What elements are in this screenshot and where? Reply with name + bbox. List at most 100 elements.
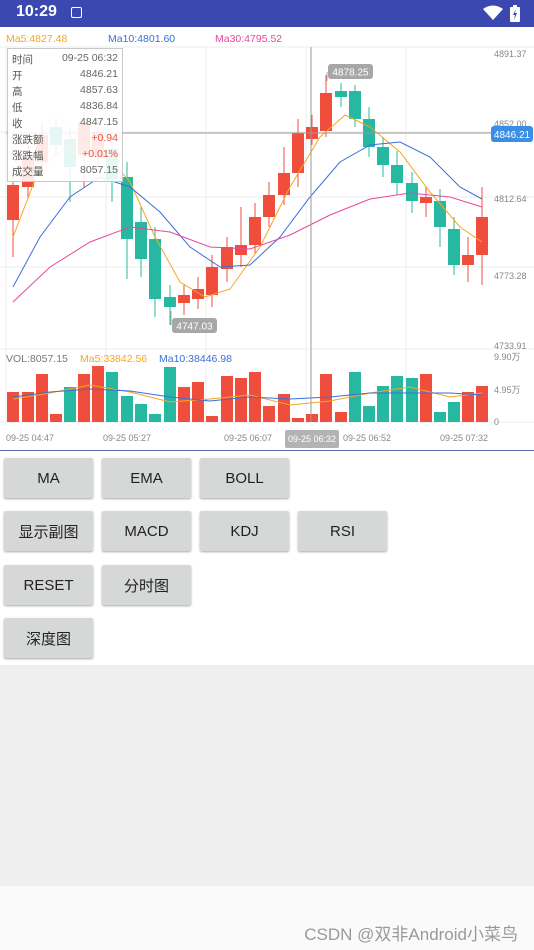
vol-legend-ma10: Ma10:38446.98	[159, 353, 232, 365]
candle-body	[434, 201, 446, 227]
info-row: 涨跌额 +0.94	[12, 132, 118, 147]
cursor-price-label: 4846.21	[494, 130, 531, 141]
legend-ma30: Ma30:4795.52	[215, 33, 282, 45]
volume-bar	[121, 396, 133, 422]
volume-bar	[78, 374, 90, 422]
info-value: 4847.15	[80, 116, 118, 128]
legend-ma5: Ma5:4827.48	[6, 33, 67, 45]
info-key: 涨跌额	[12, 134, 44, 146]
volume-bar	[235, 378, 247, 422]
info-row: 涨跌幅 +0.01%	[12, 148, 118, 163]
candle-body	[476, 217, 488, 255]
rsi-button[interactable]: RSI	[298, 511, 387, 551]
status-bar: 10:29	[0, 0, 534, 27]
info-value: 4857.63	[80, 84, 118, 96]
candle-info-box: 时间 09-25 06:32 开 4846.21 高 4857.63 低 4836.84 收 48…	[7, 48, 123, 182]
volume-bar	[406, 378, 418, 422]
candle-body	[420, 197, 432, 203]
info-row: 时间 09-25 06:32	[12, 52, 118, 67]
price-axis-label: 4733.91	[494, 341, 527, 351]
ema-button[interactable]: EMA	[102, 458, 191, 498]
vol-legend: VOL:8057.15	[6, 353, 68, 365]
time-axis-label: 09-25 07:32	[440, 433, 488, 443]
kline-chart[interactable]: Ma5:4827.48 Ma10:4801.60 Ma30:4795.52 48…	[0, 27, 534, 450]
button-panel: MA EMA BOLL 显示副图 MACD KDJ RSI RESET 分时图 …	[0, 450, 534, 665]
info-value: +0.01%	[82, 148, 118, 160]
price-axis-label: 4773.28	[494, 271, 527, 281]
vol-axis-label: 9.90万	[494, 352, 521, 362]
macd-button[interactable]: MACD	[102, 511, 191, 551]
high-price-label: 4878.25	[332, 68, 369, 79]
vol-axis-label: 4.95万	[494, 385, 521, 395]
candle-body	[349, 91, 361, 119]
info-row: 成交量 8057.15	[12, 164, 118, 179]
candle-body	[462, 255, 474, 265]
boll-button[interactable]: BOLL	[200, 458, 289, 498]
volume-bar	[106, 372, 118, 422]
candle-body	[335, 91, 347, 97]
ma-button[interactable]: MA	[4, 458, 93, 498]
volume-bar	[92, 366, 104, 422]
time-axis-label: 09-25 04:47	[6, 433, 54, 443]
vol-axis-label: 0	[494, 417, 499, 427]
info-value: 09-25 06:32	[61, 52, 118, 64]
volume-bar	[335, 412, 347, 422]
volume-bars	[7, 366, 488, 422]
volume-bar	[320, 374, 332, 422]
candle-body	[263, 195, 275, 217]
volume-bar	[164, 367, 176, 422]
volume-bar	[64, 387, 76, 422]
volume-bar	[50, 414, 62, 422]
volume-bar	[391, 376, 403, 422]
volume-bar	[476, 386, 488, 422]
info-key: 成交量	[12, 166, 44, 178]
price-axis-label: 4812.64	[494, 194, 527, 204]
volume-bar	[434, 412, 446, 422]
depth-chart-button[interactable]: 深度图	[4, 618, 93, 658]
time-share-button[interactable]: 分时图	[102, 565, 191, 605]
status-time: 10:29	[16, 3, 57, 20]
candle-body	[149, 239, 161, 299]
candle-body	[249, 217, 261, 245]
volume-bar	[420, 374, 432, 422]
wifi-icon	[483, 5, 503, 20]
info-value: +0.94	[91, 132, 118, 144]
candle-body	[178, 295, 190, 303]
info-key: 时间	[12, 54, 33, 66]
time-axis-label: 09-25 06:52	[343, 433, 391, 443]
watermark: CSDN @双非Android小菜鸟	[304, 925, 518, 944]
volume-bar	[36, 374, 48, 422]
info-row: 收 4847.15	[12, 116, 118, 131]
volume-bar	[178, 387, 190, 422]
volume-bar	[292, 418, 304, 422]
candle-body	[391, 165, 403, 183]
candle-body	[448, 229, 460, 265]
time-cursor-label: 09-25 06:32	[288, 434, 336, 444]
candle-body	[164, 297, 176, 307]
legend-ma10: Ma10:4801.60	[108, 33, 175, 45]
info-key: 收	[12, 118, 23, 130]
footer: CSDN @双非Android小菜鸟	[0, 886, 534, 950]
info-row: 开 4846.21	[12, 68, 118, 83]
info-key: 高	[12, 86, 23, 98]
candle-body	[7, 185, 19, 220]
show-sub-chart-button[interactable]: 显示副图	[4, 511, 93, 551]
candle-body	[377, 147, 389, 165]
volume-bar	[462, 392, 474, 422]
time-axis-label: 09-25 05:27	[103, 433, 151, 443]
volume-bar	[149, 414, 161, 422]
volume-bar	[448, 402, 460, 422]
time-axis-label: 09-25 06:07	[224, 433, 272, 443]
candle-body	[320, 93, 332, 131]
volume-bar	[206, 416, 218, 422]
reset-button[interactable]: RESET	[4, 565, 93, 605]
volume-bar	[263, 406, 275, 422]
info-key: 低	[12, 102, 23, 114]
info-row: 低 4836.84	[12, 100, 118, 115]
candle-body	[235, 245, 247, 255]
info-value: 8057.15	[80, 164, 118, 176]
info-value: 4836.84	[80, 100, 118, 112]
kdj-button[interactable]: KDJ	[200, 511, 289, 551]
candle-body	[221, 247, 233, 269]
info-key: 涨跌幅	[12, 150, 44, 162]
